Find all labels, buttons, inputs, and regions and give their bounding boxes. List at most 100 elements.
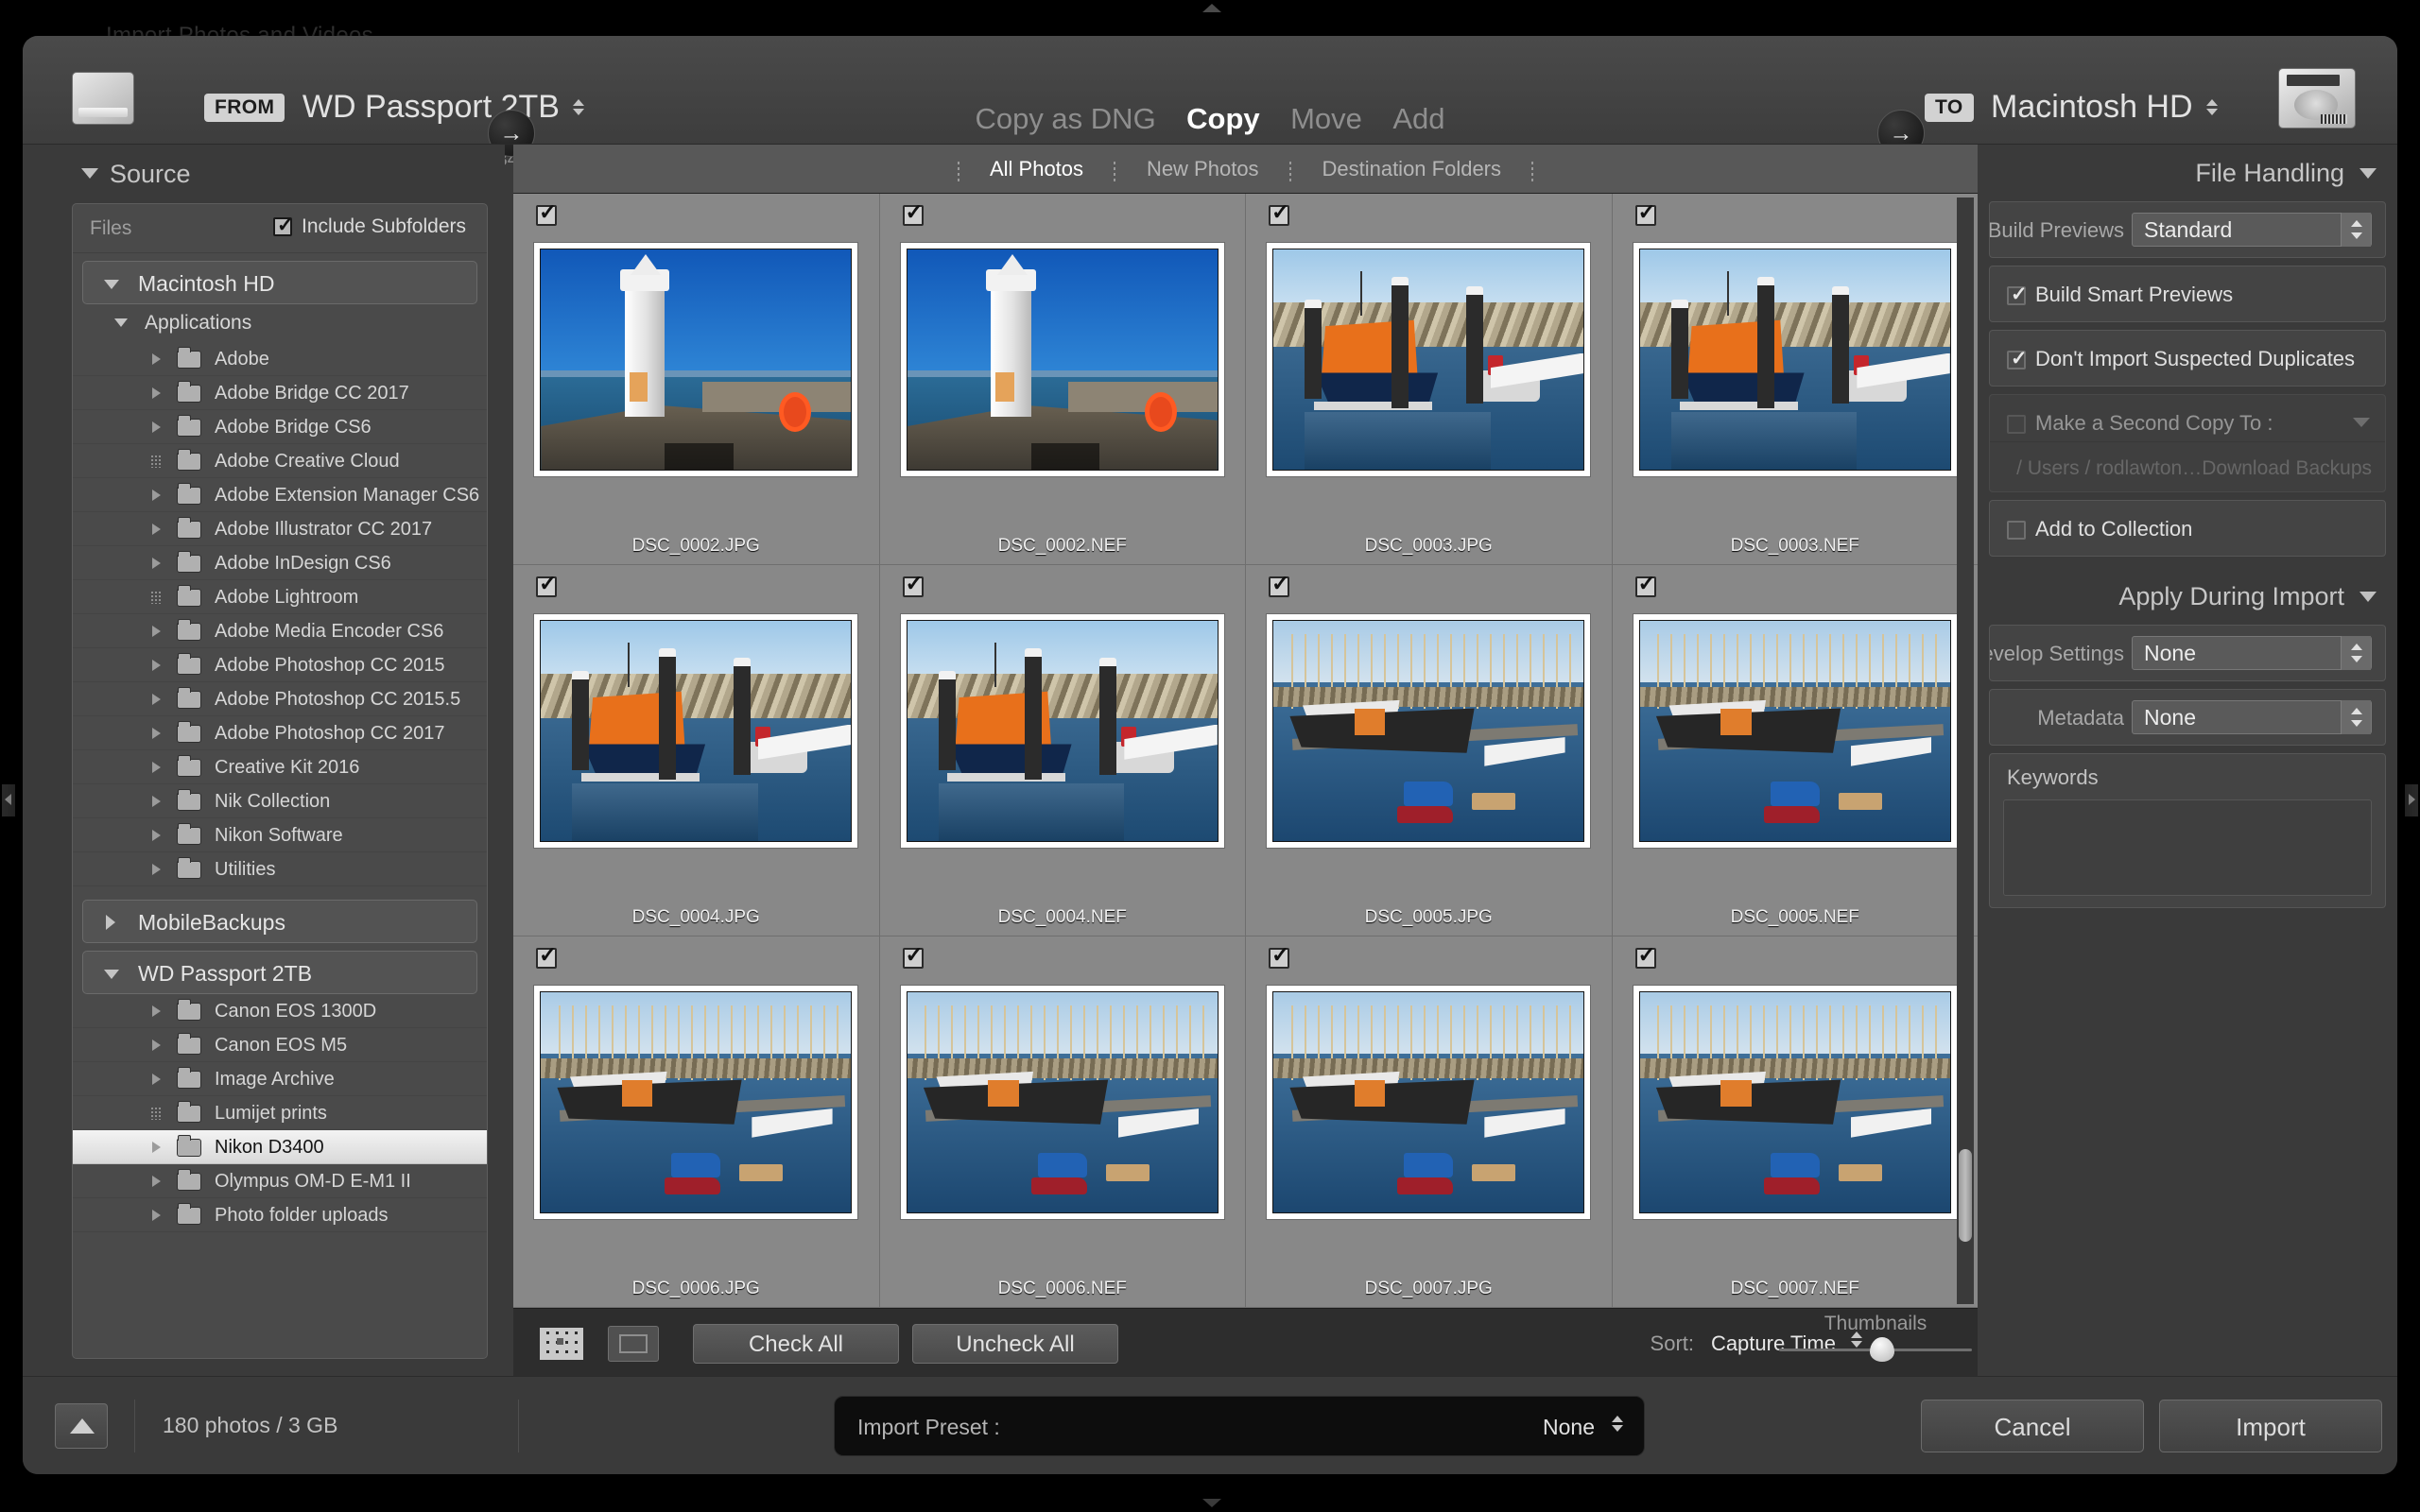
chevron-right-icon[interactable] (152, 490, 161, 501)
folder-row[interactable]: Lumijet prints (73, 1096, 487, 1130)
photo-thumbnail[interactable] (1267, 986, 1590, 1219)
dont-import-duplicates-row[interactable]: Don't Import Suspected Duplicates (1990, 331, 2385, 386)
mode-copy[interactable]: Copy (1186, 102, 1260, 135)
mode-move[interactable]: Move (1290, 102, 1362, 135)
build-smart-previews-checkbox[interactable] (2007, 286, 2026, 305)
cancel-button[interactable]: Cancel (1921, 1400, 2144, 1452)
apply-during-import-header[interactable]: Apply During Import (1978, 568, 2397, 625)
develop-settings-select[interactable]: None (2132, 636, 2372, 670)
chevron-right-icon[interactable] (152, 1005, 161, 1017)
panel-arrow-top-icon[interactable] (1202, 4, 1221, 12)
folder-row[interactable]: Adobe Lightroom (73, 580, 487, 614)
photo-cell[interactable]: DSC_0005.JPG (1246, 565, 1613, 936)
chevron-right-icon[interactable] (152, 830, 161, 841)
grid-view-icon[interactable] (540, 1328, 583, 1360)
source-panel-header[interactable]: Source (23, 145, 505, 203)
build-smart-previews-row[interactable]: Build Smart Previews (1990, 266, 2385, 321)
photo-checkbox[interactable] (903, 576, 924, 597)
chevron-right-icon[interactable] (152, 626, 161, 637)
build-previews-select[interactable]: Standard (2132, 213, 2372, 247)
right-panel-toggle[interactable] (2405, 784, 2418, 816)
volume-macintosh-hd[interactable]: Macintosh HD (82, 261, 477, 304)
folder-row[interactable]: Adobe Bridge CC 2017 (73, 376, 487, 410)
photo-checkbox[interactable] (1269, 576, 1289, 597)
chevron-right-icon[interactable] (152, 421, 161, 433)
photo-cell[interactable]: DSC_0003.JPG (1246, 194, 1613, 564)
folder-row[interactable]: Canon EOS M5 (73, 1028, 487, 1062)
folder-row[interactable]: Adobe Photoshop CC 2015 (73, 648, 487, 682)
folder-row[interactable]: Adobe (73, 342, 487, 376)
photo-thumbnail[interactable] (534, 986, 857, 1219)
slider-knob[interactable] (1870, 1337, 1894, 1362)
tab-destination-folders[interactable]: Destination Folders (1295, 145, 1528, 194)
chevron-right-icon[interactable] (152, 1142, 161, 1153)
keywords-input[interactable] (2003, 799, 2372, 896)
grid-scrollbar[interactable] (1957, 198, 1974, 1304)
photo-thumbnail[interactable] (534, 243, 857, 476)
chevron-right-icon[interactable] (152, 762, 161, 773)
folder-row[interactable]: Olympus OM-D E-M1 II (73, 1164, 487, 1198)
volume-mobilebackups[interactable]: MobileBackups (82, 900, 477, 943)
folder-row[interactable]: Adobe InDesign CS6 (73, 546, 487, 580)
second-copy-row[interactable]: Make a Second Copy To : (1990, 395, 2385, 442)
photo-checkbox[interactable] (536, 205, 557, 226)
add-to-collection-checkbox[interactable] (2007, 521, 2026, 540)
add-to-collection-toggle[interactable]: Add to Collection (2007, 517, 2192, 541)
scrollbar-thumb[interactable] (1959, 1149, 1972, 1242)
destination-selector[interactable]: TO Macintosh HD (1925, 89, 2218, 126)
volume-wd-passport[interactable]: WD Passport 2TB (82, 951, 477, 994)
file-handling-header[interactable]: File Handling (1978, 145, 2397, 201)
mode-copy-as-dng[interactable]: Copy as DNG (975, 102, 1155, 135)
photo-checkbox[interactable] (536, 576, 557, 597)
photo-cell[interactable]: DSC_0004.JPG (513, 565, 880, 936)
photo-checkbox[interactable] (1269, 205, 1289, 226)
check-all-button[interactable]: Check All (693, 1324, 899, 1364)
uncheck-all-button[interactable]: Uncheck All (912, 1324, 1118, 1364)
photo-cell[interactable]: DSC_0007.NEF (1613, 936, 1979, 1307)
photo-checkbox[interactable] (903, 948, 924, 969)
photo-cell[interactable]: DSC_0006.JPG (513, 936, 880, 1307)
folder-applications[interactable]: Applications (73, 304, 487, 342)
second-copy-toggle[interactable]: Make a Second Copy To : (2007, 411, 2273, 436)
chevron-right-icon[interactable] (152, 1176, 161, 1187)
destination-stepper-icon[interactable] (2206, 99, 2218, 115)
left-panel-toggle[interactable] (2, 784, 15, 816)
import-button[interactable]: Import (2159, 1400, 2382, 1452)
photo-cell[interactable]: DSC_0002.JPG (513, 194, 880, 564)
stepper-icon[interactable] (2341, 213, 2371, 247)
chevron-right-icon[interactable] (152, 387, 161, 399)
photo-checkbox[interactable] (1635, 576, 1656, 597)
photo-cell[interactable]: DSC_0002.NEF (880, 194, 1247, 564)
folder-row[interactable]: Photo folder uploads (73, 1198, 487, 1232)
photo-thumbnail[interactable] (1267, 614, 1590, 848)
import-preset-stepper-icon[interactable] (1612, 1416, 1623, 1432)
include-subfolders-toggle[interactable]: Include Subfolders (273, 215, 466, 238)
loupe-view-icon[interactable] (608, 1326, 659, 1362)
folder-row[interactable]: Nikon Software (73, 818, 487, 852)
mode-add[interactable]: Add (1392, 102, 1444, 135)
build-smart-previews-toggle[interactable]: Build Smart Previews (2007, 283, 2233, 307)
photo-thumbnail[interactable] (901, 614, 1224, 848)
photo-checkbox[interactable] (903, 205, 924, 226)
stepper-icon[interactable] (2341, 700, 2371, 734)
folder-row[interactable]: Adobe Creative Cloud (73, 444, 487, 478)
chevron-right-icon[interactable] (152, 558, 161, 569)
panel-arrow-bottom-icon[interactable] (1202, 1499, 1221, 1507)
photo-checkbox[interactable] (1635, 948, 1656, 969)
thumbnail-size-slider[interactable] (1779, 1349, 1972, 1351)
chevron-right-icon[interactable] (152, 660, 161, 671)
chevron-right-icon[interactable] (152, 1040, 161, 1051)
photo-thumbnail[interactable] (1634, 243, 1957, 476)
eject-button[interactable] (55, 1403, 108, 1449)
chevron-right-icon[interactable] (152, 864, 161, 875)
photo-cell[interactable]: DSC_0004.NEF (880, 565, 1247, 936)
folder-row[interactable]: Nik Collection (73, 784, 487, 818)
photo-thumbnail[interactable] (534, 614, 857, 848)
chevron-down-icon[interactable] (2353, 418, 2370, 427)
tab-all-photos[interactable]: All Photos (963, 145, 1110, 194)
dont-import-duplicates-checkbox[interactable] (2007, 351, 2026, 369)
dont-import-duplicates-toggle[interactable]: Don't Import Suspected Duplicates (2007, 347, 2355, 371)
chevron-right-icon[interactable] (152, 694, 161, 705)
include-subfolders-checkbox[interactable] (273, 217, 292, 236)
folder-row[interactable]: Image Archive (73, 1062, 487, 1096)
